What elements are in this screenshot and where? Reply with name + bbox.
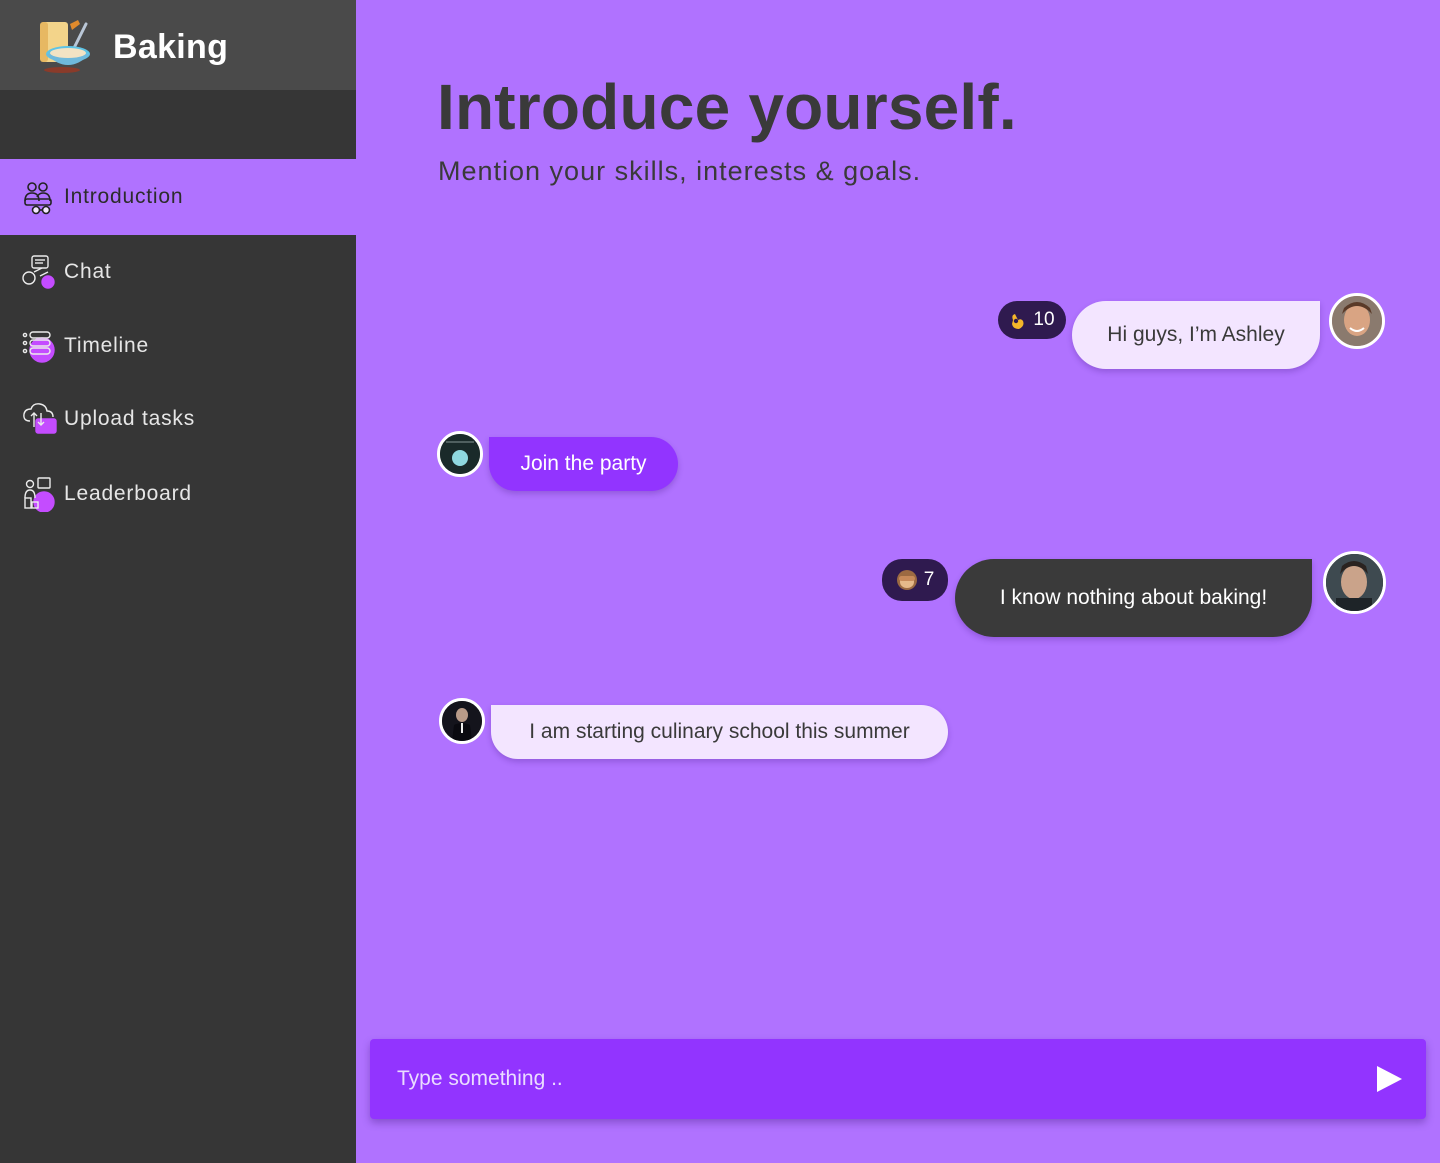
- sidebar-item-leaderboard[interactable]: Leaderboard: [0, 457, 356, 531]
- message-bubble: I know nothing about baking!: [955, 559, 1312, 637]
- ok-hand-emoji: [1012, 314, 1024, 329]
- sidebar-item-introduction[interactable]: Introduction: [0, 160, 356, 234]
- message-input[interactable]: [397, 1059, 1297, 1099]
- message-bubble: Join the party: [489, 437, 678, 491]
- upload-icon: [23, 403, 57, 434]
- user-avatar-icon: [1326, 554, 1383, 611]
- sidebar-item-label: Introduction: [64, 185, 184, 208]
- message-text: Join the party: [520, 452, 647, 475]
- chat-icon: [22, 255, 55, 289]
- baking-logo-icon: [40, 20, 90, 73]
- avatar[interactable]: [1323, 551, 1386, 614]
- reaction-badge[interactable]: 10: [998, 301, 1066, 339]
- sidebar-item-label: Upload tasks: [64, 407, 195, 430]
- message-bubble: Hi guys, I’m Ashley: [1072, 301, 1320, 369]
- avatar[interactable]: [437, 431, 483, 477]
- send-button[interactable]: [1373, 1063, 1405, 1095]
- see-no-evil-monkey-emoji: [896, 570, 917, 590]
- sidebar-item-timeline[interactable]: Timeline: [0, 309, 356, 383]
- send-icon: [1377, 1066, 1402, 1092]
- sidebar: Baking Introduction Chat Timeline Upload…: [0, 0, 356, 1163]
- sidebar-item-label: Leaderboard: [64, 482, 192, 505]
- people-icon: [24, 182, 52, 215]
- sidebar-item-label: Chat: [64, 260, 112, 283]
- timeline-icon: [22, 331, 55, 363]
- brand-bar: Baking: [0, 0, 356, 90]
- reaction-count: 10: [1033, 309, 1055, 330]
- page-subtitle: Mention your skills, interests & goals.: [438, 156, 922, 186]
- app-title: Baking: [113, 28, 229, 66]
- user-avatar-icon: [1332, 296, 1382, 346]
- message-text: I know nothing about baking!: [999, 586, 1268, 609]
- page-title: Introduce yourself.: [437, 71, 1017, 143]
- message-text: Hi guys, I’m Ashley: [1107, 323, 1285, 346]
- avatar[interactable]: [439, 698, 485, 744]
- reaction-count: 7: [923, 569, 935, 590]
- message-text: I am starting culinary school this summe…: [529, 720, 910, 743]
- leaderboard-icon: [24, 477, 55, 512]
- sidebar-item-label: Timeline: [64, 334, 149, 357]
- message-composer: [370, 1039, 1426, 1119]
- reaction-badge[interactable]: 7: [882, 559, 948, 601]
- user-avatar-icon: [442, 701, 482, 741]
- message-bubble: I am starting culinary school this summe…: [491, 705, 948, 759]
- sidebar-item-upload-tasks[interactable]: Upload tasks: [0, 382, 356, 456]
- user-avatar-icon: [440, 434, 480, 474]
- avatar[interactable]: [1329, 293, 1385, 349]
- sidebar-item-chat[interactable]: Chat: [0, 235, 356, 309]
